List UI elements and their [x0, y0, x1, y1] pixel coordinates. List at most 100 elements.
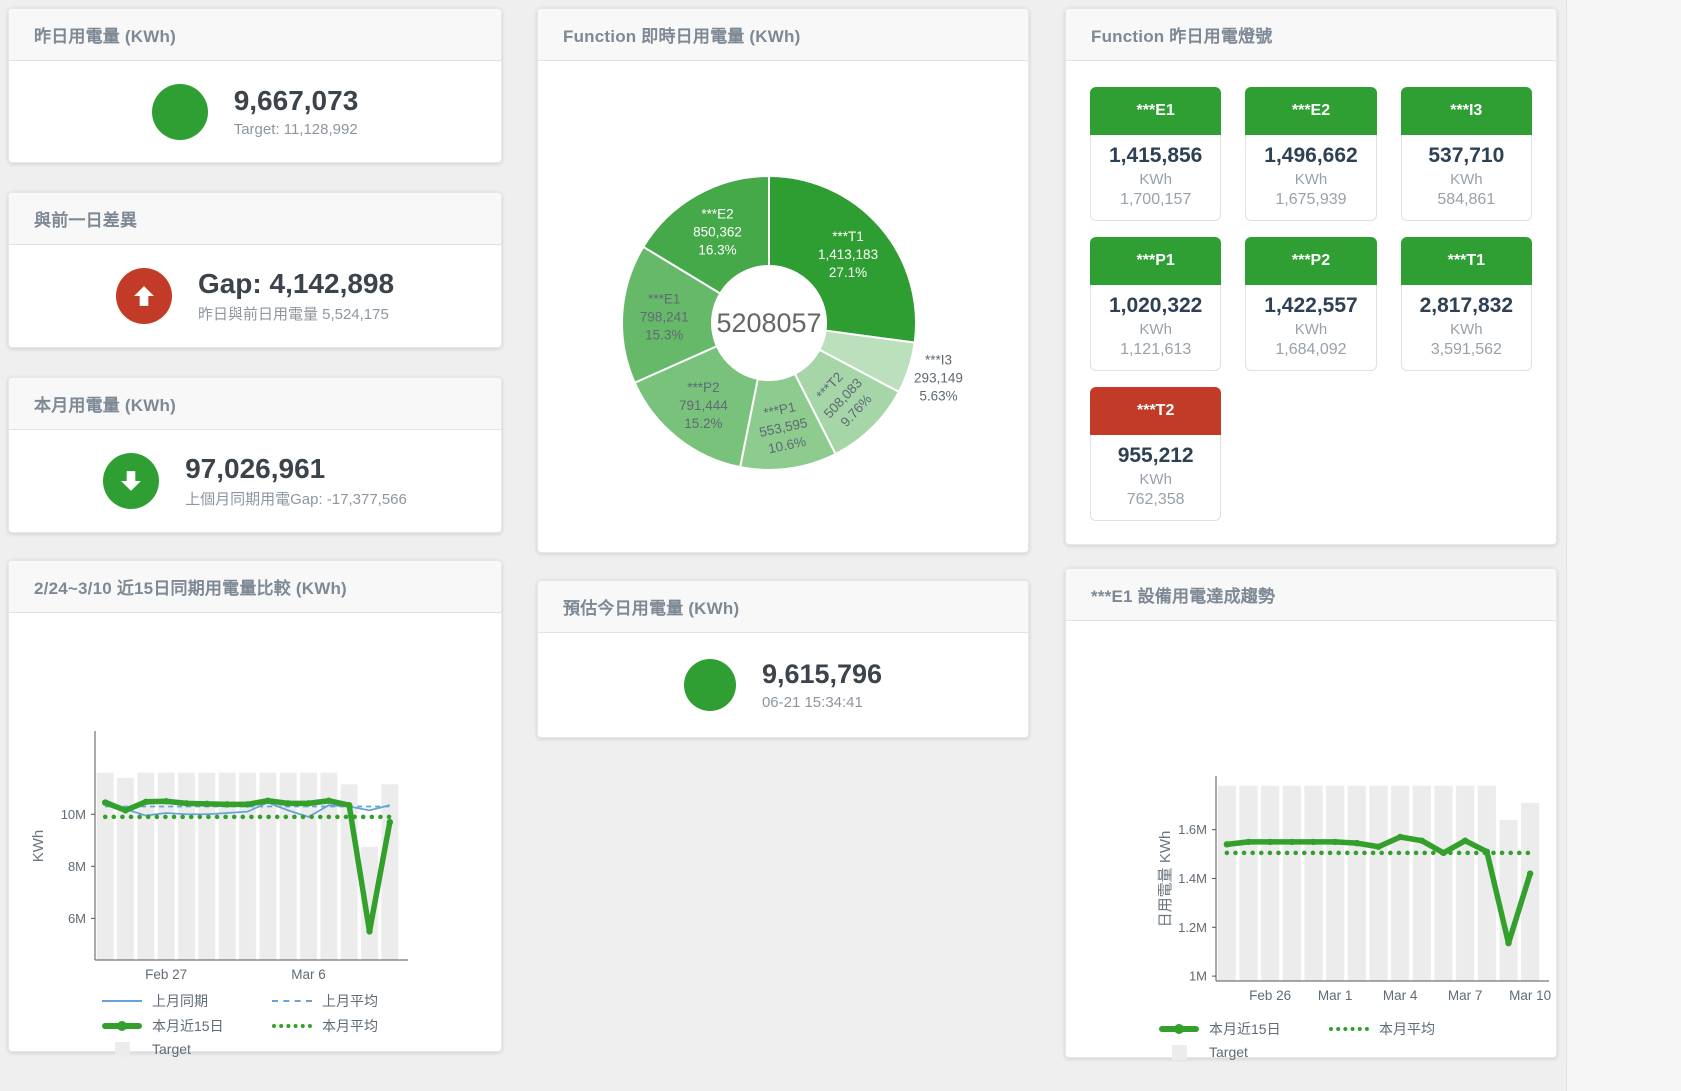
y-tick-label: 1M [1189, 969, 1207, 984]
card-trend-header: ***E1 設備用電達成趨勢 [1066, 569, 1556, 621]
legend-label: Target [1209, 1044, 1248, 1060]
card-yesterday-usage: 昨日用電量 (KWh) 9,667,073 Target: 11,128,992 [8, 8, 502, 163]
y-tick-label: 8M [68, 859, 86, 874]
target-bar [1391, 786, 1409, 981]
card-yesterday-header: 昨日用電量 (KWh) [9, 9, 501, 61]
legend-item-本月平均[interactable]: 本月平均 [1328, 1019, 1498, 1039]
target-bar [1456, 786, 1474, 981]
status-circle-icon [152, 84, 208, 140]
donut-label-***I3: ***I3293,1495.63% [914, 352, 963, 403]
trend-line-chart: 1M1.2M1.4M1.6MFeb 26Mar 1Mar 4Mar 7Mar 1… [1066, 621, 1558, 1016]
target-bar [1369, 786, 1387, 981]
legend-item-Target[interactable]: Target [101, 1041, 271, 1057]
right-gutter [1566, 0, 1681, 1091]
card-day-gap: 與前一日差異 Gap: 4,142,898 昨日與前日用電量 5,524,175 [8, 192, 502, 348]
card-e1-trend: ***E1 設備用電達成趨勢 1M1.2M1.4M1.6MFeb 26Mar 1… [1065, 568, 1557, 1058]
legend-swatch-thick-green [101, 1023, 143, 1029]
month-usage-gap: 上個月同期用電Gap: -17,377,566 [185, 488, 407, 509]
tile-label: ***E1 [1090, 87, 1221, 135]
y-tick-label: 6M [68, 911, 86, 926]
card-compare-header: 2/24~3/10 近15日同期用電量比較 (KWh) [9, 561, 501, 613]
tile-value: 1,020,322 [1095, 294, 1216, 318]
legend-swatch-gray-square [101, 1042, 143, 1057]
tile-unit: KWh [1406, 171, 1527, 188]
tile-unit: KWh [1250, 171, 1371, 188]
target-bar [1434, 786, 1452, 981]
compare-legend: 上月同期 上月平均本月近15日本月平均Target [101, 991, 441, 1062]
yesterday-usage-target: Target: 11,128,992 [234, 121, 359, 138]
legend-swatch-thin-blue [101, 1000, 143, 1002]
light-tile-***T2: ***T2 955,212 KWh 762,358 [1090, 387, 1221, 521]
tile-label: ***E2 [1245, 87, 1376, 135]
legend-swatch-gray-square [1158, 1045, 1200, 1060]
tile-unit: KWh [1406, 321, 1527, 338]
tile-value: 2,817,832 [1406, 294, 1527, 318]
x-tick-label: Mar 1 [1318, 988, 1353, 1003]
y-tick-label: 10M [61, 807, 86, 822]
legend-item-上月同期[interactable]: 上月同期 [101, 991, 271, 1011]
y-axis-title: 日用電量 KWh [1157, 831, 1174, 928]
card-month-title: 本月用電量 (KWh) [34, 391, 176, 416]
legend-item-上月平均[interactable]: 上月平均 [271, 991, 441, 1011]
light-tile-***E1: ***E11,415,856KWh1,700,157 [1090, 87, 1221, 221]
card-yesterday-lights: Function 昨日用電燈號 ***E11,415,856KWh1,700,1… [1065, 8, 1557, 545]
tile-label: ***T2 [1090, 387, 1221, 435]
yesterday-usage-value: 9,667,073 [234, 85, 359, 117]
x-tick-label: Mar 4 [1383, 988, 1418, 1003]
tile-value: 537,710 [1406, 144, 1527, 168]
tile-target: 1,700,157 [1095, 191, 1216, 209]
x-tick-label: Feb 26 [1249, 988, 1291, 1003]
legend-label: 上月平均 [322, 991, 378, 1011]
target-bar [1218, 786, 1236, 981]
legend-label: 上月同期 [152, 991, 208, 1011]
estimate-value: 9,615,796 [762, 659, 882, 690]
legend-item-本月平均[interactable]: 本月平均 [271, 1016, 441, 1036]
card-trend-title: ***E1 設備用電達成趨勢 [1091, 582, 1275, 607]
tile-body: 1,422,557KWh1,684,092 [1245, 285, 1376, 371]
target-bar [1413, 786, 1431, 981]
card-month-usage: 本月用電量 (KWh) 97,026,961 上個月同期用電Gap: -17,3… [8, 377, 502, 533]
y-tick-label: 1.2M [1178, 920, 1207, 935]
tile-target: 584,861 [1406, 191, 1527, 209]
legend-item-本月近15日[interactable]: 本月近15日 [1158, 1019, 1328, 1039]
tile-target: 762,358 [1095, 491, 1216, 509]
tile-target: 1,684,092 [1250, 341, 1371, 359]
card-month-header: 本月用電量 (KWh) [9, 378, 501, 430]
x-tick-label: Mar 7 [1448, 988, 1483, 1003]
card-estimate-today: 預估今日用電量 (KWh) 9,615,796 06-21 15:34:41 [537, 580, 1029, 738]
tile-target: 1,675,939 [1250, 191, 1371, 209]
legend-item-本月近15日[interactable]: 本月近15日 [101, 1016, 271, 1036]
legend-item-Target[interactable]: Target [1158, 1044, 1328, 1060]
target-bar [1304, 786, 1322, 981]
tile-body: 955,212 KWh 762,358 [1090, 435, 1221, 521]
card-compare-title: 2/24~3/10 近15日同期用電量比較 (KWh) [34, 574, 347, 599]
card-realtime-donut: Function 即時日用電量 (KWh) ***T11,413,18327.1… [537, 8, 1029, 553]
target-bar [1348, 786, 1366, 981]
tile-body: 1,020,322KWh1,121,613 [1090, 285, 1221, 371]
tile-label: ***T1 [1401, 237, 1532, 285]
arrow-up-icon [116, 268, 172, 324]
target-bar [1326, 786, 1344, 981]
card-gap-header: 與前一日差異 [9, 193, 501, 245]
y-tick-label: 1.4M [1178, 871, 1207, 886]
card-yesterday-title: 昨日用電量 (KWh) [34, 22, 176, 47]
target-bar [219, 773, 236, 960]
day-gap-subtitle: 昨日與前日用電量 5,524,175 [198, 303, 394, 324]
x-tick-label: Mar 6 [291, 967, 326, 982]
legend-label: 本月平均 [1379, 1019, 1435, 1039]
legend-swatch-dotted-green [271, 1024, 313, 1028]
legend-swatch-dashed-blue [271, 1000, 313, 1002]
tile-body: 2,817,832KWh3,591,562 [1401, 285, 1532, 371]
donut-chart: ***T11,413,18327.1%***I3293,1495.63%***T… [538, 61, 1028, 552]
legend-swatch-thick-green [1158, 1026, 1200, 1032]
light-tile-***T1: ***T12,817,832KWh3,591,562 [1401, 237, 1532, 371]
compare-line-chart: 6M8M10MFeb 27Mar 6KWh [9, 613, 501, 988]
month-usage-value: 97,026,961 [185, 453, 407, 485]
tile-value: 955,212 [1095, 444, 1216, 468]
card-estimate-title: 預估今日用電量 (KWh) [563, 594, 739, 619]
tile-body: 537,710 KWh 584,861 [1401, 135, 1532, 221]
tile-unit: KWh [1095, 471, 1216, 488]
lights-tiles-grid: ***E11,415,856KWh1,700,157***E21,496,662… [1066, 61, 1556, 521]
target-bar [1239, 786, 1257, 981]
card-lights-header: Function 昨日用電燈號 [1066, 9, 1556, 61]
